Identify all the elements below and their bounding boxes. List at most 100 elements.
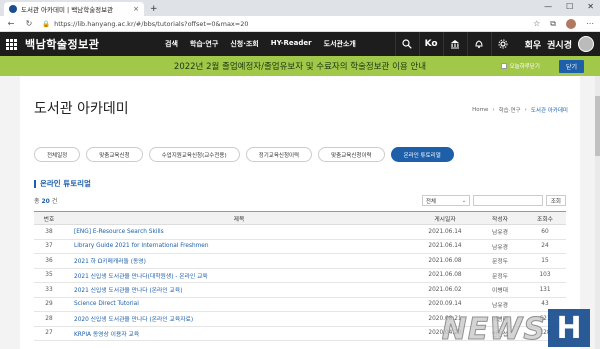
search-form: 전체 ⌄ 조회 (421, 195, 566, 206)
cell-no: 38 (34, 224, 64, 240)
dismiss-today-label: 오늘하루닫기 (509, 64, 540, 70)
scrollbar-thumb[interactable] (595, 96, 600, 156)
cell-date: 2021.06.14 (414, 239, 476, 254)
browser-tabbar: 도서관 아카데미 | 백남학술정보관 × + — ☐ ✕ (0, 0, 600, 16)
more-menu-icon[interactable]: ⋯ (586, 19, 594, 28)
maximize-button[interactable]: ☐ (566, 2, 573, 11)
user-avatar[interactable] (578, 36, 594, 52)
tab-schedule[interactable]: 전체일정 (34, 147, 81, 162)
cell-author: 문정두 (476, 253, 524, 269)
header-no: 번호 (34, 211, 64, 225)
address-bar: ← ↻ 🔒 https://lib.hanyang.ac.kr/#/bbs/tu… (0, 16, 600, 32)
page-tabs: 전체일정 맞춤교육신청 수업지원교육신청(교수전용) 정기교육신청이력 맞춤교육… (20, 128, 580, 162)
total-suffix: 건 (51, 198, 58, 205)
total-prefix: 총 (34, 198, 40, 205)
bell-icon[interactable] (466, 32, 491, 56)
profile-avatar[interactable] (566, 18, 576, 29)
breadcrumb-current: 도서관 아카데미 (530, 108, 568, 114)
dismiss-today-checkbox[interactable]: 오늘하루닫기 (500, 62, 540, 70)
nav-item-about[interactable]: 도서관소개 (324, 39, 356, 49)
cell-no: 29 (34, 297, 64, 312)
nav-item-learning[interactable]: 학습·연구 (190, 39, 218, 49)
tab-class-support[interactable]: 수업지원교육신청(교수전용) (148, 147, 240, 162)
app-grid-icon[interactable] (6, 38, 17, 50)
tab-custom-history[interactable]: 맞춤교육신청이력 (318, 147, 385, 162)
tab-custom-request[interactable]: 맞춤교육신청 (86, 147, 143, 162)
cell-no: 28 (34, 311, 64, 327)
library-icon[interactable] (442, 32, 467, 56)
cell-no: 33 (34, 282, 64, 298)
cell-no: 35 (34, 268, 64, 283)
tab-online-tutorial[interactable]: 온라인 튜토리얼 (390, 147, 454, 162)
cell-views: 60 (524, 224, 566, 240)
table-row[interactable]: 36 2021 하 Ω키메캐러돌 (동영) 2021.06.08 문정두 15 (34, 253, 566, 269)
watermark-text: NEWS (441, 312, 546, 348)
nav-item-hy-reader[interactable]: HY-Reader (271, 39, 312, 49)
cell-title-link[interactable]: 2021 신입생 도서관을 만나다(대학원생) - 온라인 교육 (64, 268, 414, 283)
new-tab-button[interactable]: + (150, 2, 158, 16)
cell-author: 남유경 (476, 239, 524, 254)
minimize-button[interactable]: — (544, 2, 552, 11)
table-row[interactable]: 37 Library Guide 2021 for International F… (34, 239, 566, 254)
search-scope-select[interactable]: 전체 ⌄ (421, 195, 470, 206)
breadcrumb-learning[interactable]: 학습·연구 (499, 106, 521, 114)
cell-views: 15 (524, 253, 566, 269)
nav-item-request[interactable]: 신청·조회 (230, 39, 258, 49)
news-watermark-logo: NEWS H (441, 309, 590, 348)
collections-icon[interactable]: ⧉ (550, 19, 556, 29)
search-button[interactable]: 조회 (545, 195, 566, 206)
favorite-star-icon[interactable]: ☆ (533, 19, 540, 28)
window-close-button[interactable]: ✕ (587, 2, 594, 11)
refresh-icon[interactable]: ↻ (24, 19, 34, 28)
cell-title-link[interactable]: Science Direct Tutorial (64, 297, 414, 312)
cell-title-link[interactable]: Library Guide 2021 for International Fre… (64, 239, 414, 254)
cell-no: 27 (34, 326, 64, 341)
lock-icon: 🔒 (42, 19, 51, 28)
user-name: 권시경 (547, 40, 572, 51)
table-row[interactable]: 35 2021 신입생 도서관을 만나다(대학원생) - 온라인 교육 2021.0… (34, 268, 566, 283)
table-row[interactable]: 33 2021 신입생 도서관을 만나다 (온라인 교육) 2021.06.02 이병… (34, 282, 566, 298)
cell-date: 2021.06.02 (414, 282, 476, 298)
total-number: 20 (41, 198, 50, 205)
section-bar-icon (34, 179, 36, 188)
cell-views: 131 (524, 282, 566, 298)
watermark-letter: H (548, 309, 590, 347)
search-input[interactable] (472, 195, 543, 206)
page-scrollbar[interactable] (595, 76, 600, 349)
breadcrumb-home[interactable]: Home (472, 107, 488, 113)
notice-banner: 2022년 2월 졸업예정자/졸업유보자 및 수료자의 학술정보관 이용 안내 … (0, 56, 600, 76)
section-title: 온라인 튜토리얼 (34, 178, 566, 189)
url-field[interactable]: 🔒 https://lib.hanyang.ac.kr/#/bbs/tutori… (42, 20, 525, 28)
settings-icon[interactable] (490, 32, 515, 56)
checkbox-box[interactable] (500, 63, 507, 69)
header-title: 제목 (64, 211, 414, 225)
cell-title-link[interactable]: 2020 신입생 도서관을 만나다 (온라인 교육자료) (64, 311, 414, 327)
section-title-text: 온라인 튜토리얼 (40, 179, 91, 188)
cell-title-link[interactable]: [ENG] E-Resource Search Skills (64, 224, 414, 240)
main-nav: 검색 학습·연구 신청·조회 HY-Reader 도서관소개 (165, 39, 395, 49)
cell-date: 2021.06.08 (414, 268, 476, 283)
notice-text[interactable]: 2022년 2월 졸업예정자/졸업유보자 및 수료자의 학술정보관 이용 안내 (174, 60, 426, 72)
total-count: 총 20 건 (34, 196, 57, 205)
tab-regular-history[interactable]: 정기교육신청이력 (245, 147, 313, 162)
cell-no: 37 (34, 239, 64, 254)
header-author: 작성자 (476, 211, 524, 225)
search-icon[interactable] (394, 32, 419, 56)
browser-tab[interactable]: 도서관 아카데미 | 백남학술정보관 × (4, 2, 144, 16)
language-button[interactable]: Ko (418, 32, 443, 56)
table-row[interactable]: 38 [ENG] E-Resource Search Skills 2021.06.… (34, 224, 566, 240)
table-header-row: 번호 제목 게시일자 작성자 조회수 (34, 211, 566, 225)
site-logo[interactable]: 백남학술정보관 (25, 36, 145, 52)
cell-author: 남유경 (476, 224, 524, 240)
cell-title-link[interactable]: 2021 신입생 도서관을 만나다 (온라인 교육) (64, 282, 414, 298)
tab-close-icon[interactable]: × (133, 5, 139, 13)
cell-title-link[interactable]: 2021 하 Ω키메캐러돌 (동영) (64, 253, 414, 269)
back-icon[interactable]: ← (6, 19, 16, 28)
header-views: 조회수 (524, 211, 566, 225)
notice-close-button[interactable]: 닫기 (558, 59, 584, 73)
chevron-down-icon: ⌄ (461, 197, 467, 204)
user-info[interactable]: 회우 권시경 (515, 32, 594, 56)
user-prefix: 회우 (524, 40, 542, 51)
cell-title-link[interactable]: KRPIA 동영상 이용자 교육 (64, 326, 414, 341)
nav-item-search[interactable]: 검색 (165, 39, 178, 49)
